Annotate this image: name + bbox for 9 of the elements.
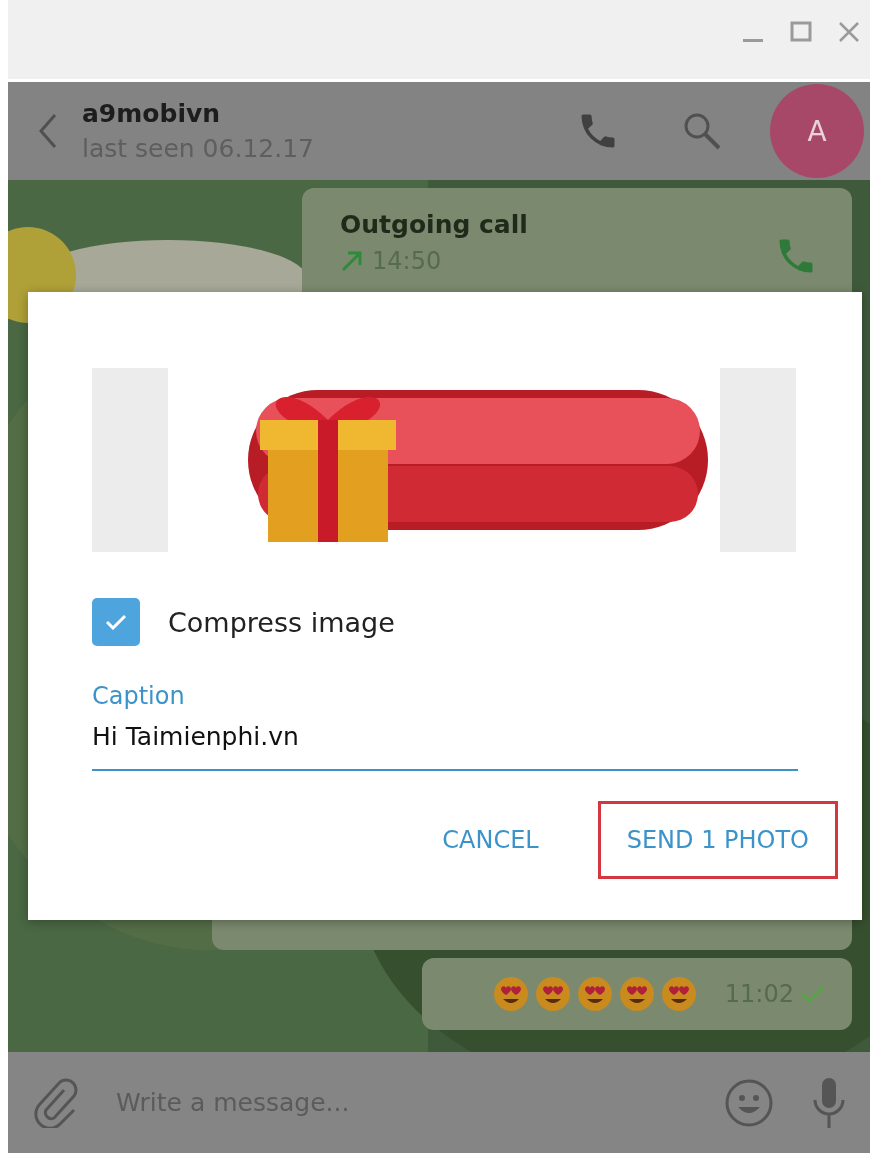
search-icon[interactable] xyxy=(682,111,722,151)
close-icon[interactable] xyxy=(838,20,860,43)
paperclip-icon[interactable] xyxy=(34,1077,78,1128)
maximize-icon[interactable] xyxy=(790,20,812,43)
contact-name: a9mobivn xyxy=(82,99,222,128)
microphone-icon[interactable] xyxy=(812,1075,846,1130)
back-icon[interactable] xyxy=(38,113,58,149)
smiley-icon[interactable] xyxy=(724,1077,774,1128)
avatar[interactable]: A xyxy=(770,84,864,178)
